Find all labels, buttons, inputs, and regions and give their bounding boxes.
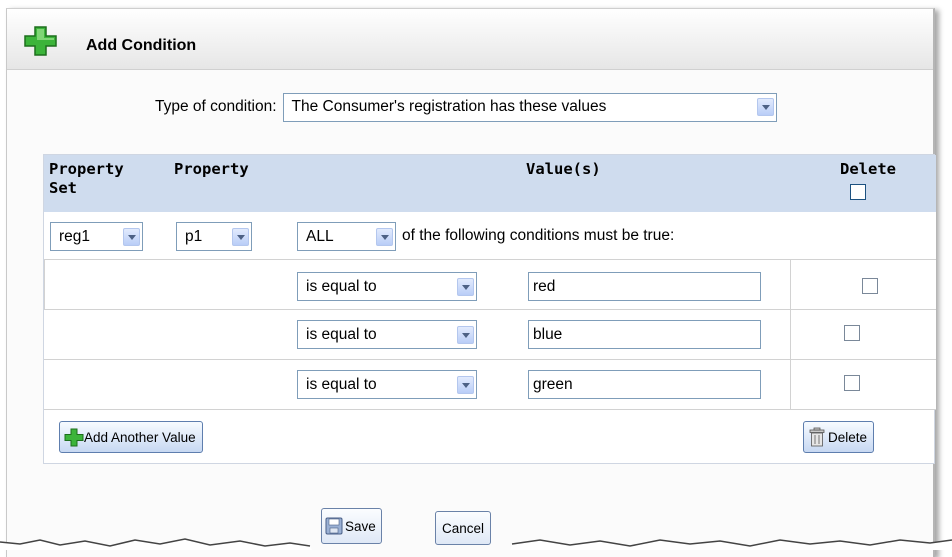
match-mode-value: ALL: [306, 227, 334, 245]
dropdown-arrow-icon[interactable]: [457, 277, 474, 296]
header-property: Property: [174, 160, 249, 178]
value-row: is equal to blue: [44, 310, 936, 360]
condition-type-value: The Consumer's registration has these va…: [291, 98, 607, 115]
operator-select[interactable]: is equal to: [297, 320, 477, 349]
header-property-set: Property Set: [49, 160, 124, 197]
operator-value: is equal to: [306, 325, 377, 343]
match-instruction-text: of the following conditions must be true…: [402, 227, 675, 244]
property-selection-row: reg1 p1 ALL of the following conditions …: [44, 212, 936, 260]
operator-select[interactable]: is equal to: [297, 370, 477, 399]
property-value: p1: [185, 227, 203, 245]
trash-icon: [809, 427, 825, 447]
dropdown-arrow-icon[interactable]: [457, 375, 474, 394]
row-delete-checkbox[interactable]: [844, 375, 860, 391]
header-delete: Delete: [840, 160, 896, 178]
dropdown-arrow-icon[interactable]: [232, 227, 249, 246]
dialog-header: Add Condition: [7, 9, 933, 70]
add-another-value-label: Add Another Value: [84, 429, 196, 445]
add-condition-dialog: Add Condition Type of condition: The Con…: [6, 8, 936, 557]
operator-select[interactable]: is equal to: [297, 272, 477, 301]
dropdown-arrow-icon[interactable]: [123, 227, 140, 246]
value-row: is equal to green: [44, 360, 936, 410]
dropdown-arrow-icon[interactable]: [457, 325, 474, 344]
header-values: Value(s): [526, 160, 601, 178]
add-plus-icon: [64, 428, 84, 446]
delete-all-checkbox[interactable]: [850, 184, 866, 200]
match-mode-select[interactable]: ALL: [297, 222, 396, 251]
delete-label: Delete: [828, 429, 868, 445]
row-delete-checkbox[interactable]: [844, 325, 860, 341]
property-set-select[interactable]: reg1: [50, 222, 143, 251]
delete-button[interactable]: Delete: [803, 421, 875, 453]
condition-type-label: Type of condition:: [155, 98, 277, 115]
condition-type-select[interactable]: The Consumer's registration has these va…: [282, 92, 777, 122]
property-select[interactable]: p1: [176, 222, 252, 251]
torn-edge-decoration: [0, 538, 952, 550]
operator-value: is equal to: [306, 375, 377, 393]
add-another-value-button[interactable]: Add Another Value: [59, 421, 203, 453]
value-row: is equal to red: [44, 260, 936, 310]
add-plus-icon: [24, 26, 57, 56]
table-header: Property Set Property Value(s) Delete: [44, 155, 936, 212]
operator-value: is equal to: [306, 277, 377, 295]
value-input[interactable]: blue: [528, 320, 761, 349]
property-set-value: reg1: [59, 227, 91, 245]
dropdown-arrow-icon[interactable]: [756, 98, 774, 116]
dropdown-arrow-icon[interactable]: [376, 227, 393, 246]
value-input[interactable]: red: [528, 272, 761, 301]
dialog-title: Add Condition: [86, 37, 197, 54]
conditions-table: Property Set Property Value(s) Delete re…: [43, 154, 936, 464]
condition-type-row: Type of condition: The Consumer's regist…: [155, 92, 777, 122]
value-input[interactable]: green: [528, 370, 761, 399]
row-delete-checkbox[interactable]: [862, 278, 878, 294]
